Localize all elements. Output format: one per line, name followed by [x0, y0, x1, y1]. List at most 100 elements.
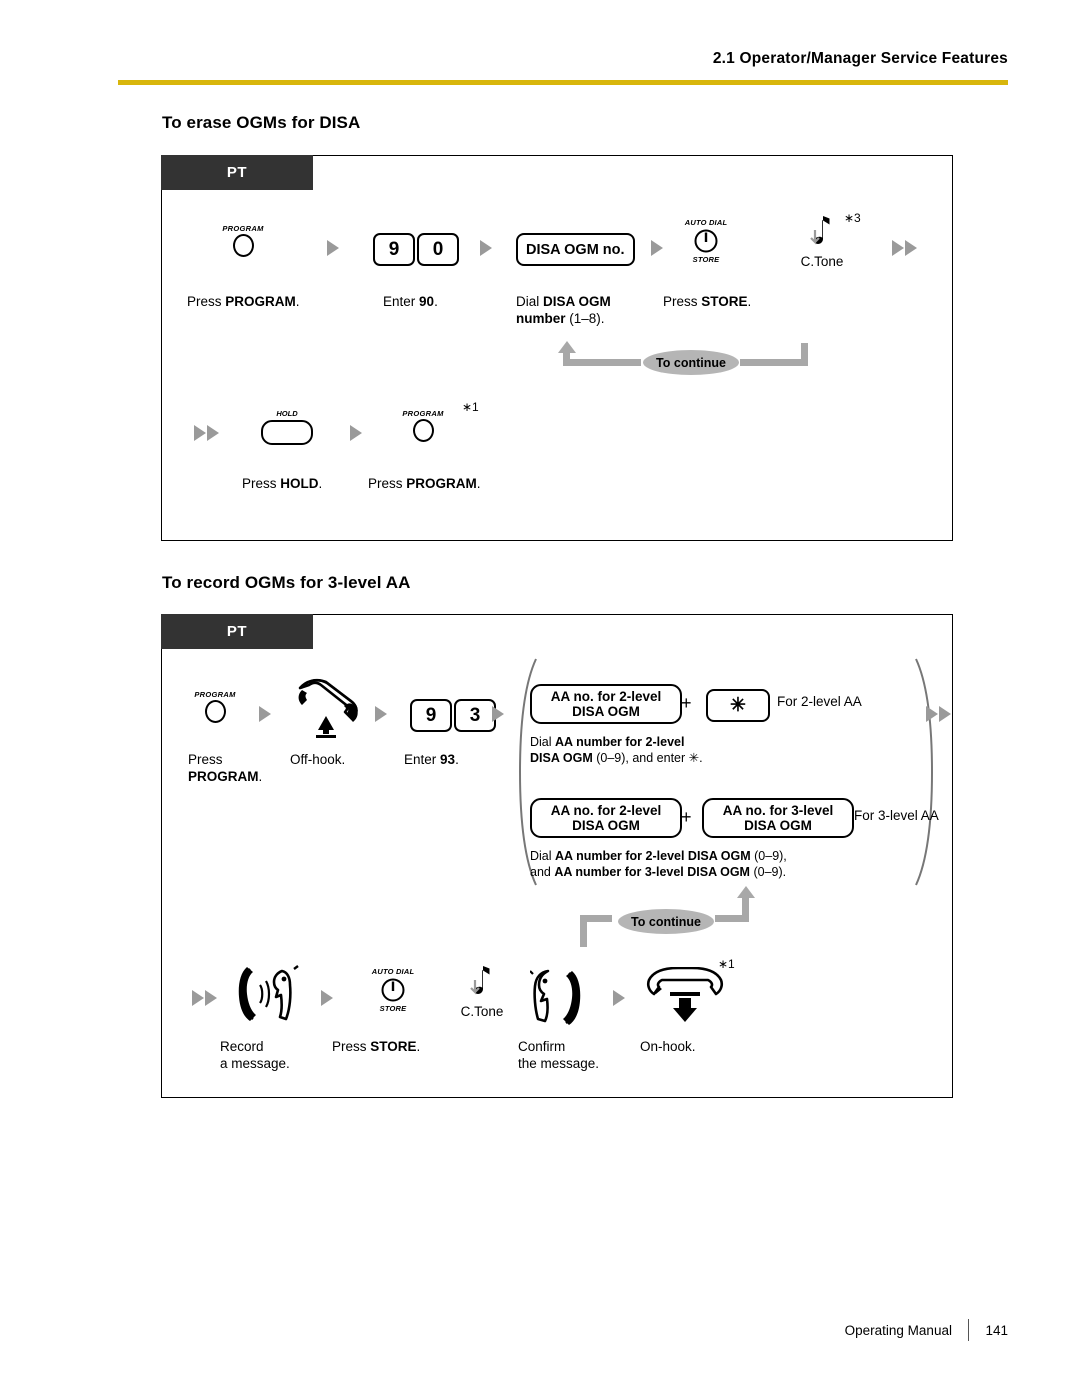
double-arrow-right-icon: [192, 990, 219, 1006]
store-label: STORE: [379, 1004, 407, 1013]
arrow-right-icon: [321, 990, 333, 1006]
program-round-key-icon[interactable]: PROGRAM: [192, 690, 238, 723]
continue-up-arrow-icon: [558, 341, 576, 353]
program-key-circle: [204, 700, 226, 723]
step-caption: Confirm the message.: [518, 1039, 600, 1071]
step-caption: Press STORE.: [663, 294, 752, 309]
branch-key-asterisk[interactable]: ✳: [706, 689, 770, 722]
continue-line: [742, 898, 749, 922]
hold-key-shape: [261, 420, 313, 445]
arrow-right-icon: [327, 240, 339, 256]
footnote-marker: ∗3: [844, 211, 861, 225]
pill-key-disa-ogm-no[interactable]: DISA OGM no.: [516, 233, 635, 266]
record-message-icon: [234, 963, 302, 1030]
auto-dial-label: AUTO DIAL: [371, 967, 415, 976]
step-caption: Record a message.: [220, 1039, 290, 1071]
branch-key-aa-2level[interactable]: AA no. for 2-level DISA OGM: [530, 684, 682, 724]
arrow-right-icon: [492, 706, 504, 722]
footer-divider: [967, 1319, 970, 1341]
step-caption: Press PROGRAM.: [188, 752, 263, 784]
pt-tab-label: PT: [161, 155, 313, 190]
double-arrow-right-icon: [194, 425, 221, 441]
step-caption: Enter 93.: [404, 752, 459, 767]
diagram-box-record-ogms: PT PROGRAM 9 3 Press PROGRAM. Off-hook. …: [161, 614, 953, 1098]
continue-line: [580, 915, 612, 922]
plus-sign: +: [681, 693, 692, 713]
step-caption: Press STORE.: [332, 1039, 421, 1054]
digit-key[interactable]: 3: [454, 699, 496, 732]
continue-line: [801, 343, 808, 366]
branch-key-line2: DISA OGM: [572, 818, 640, 833]
auto-dial-store-key-icon[interactable]: AUTO DIAL STORE: [671, 218, 741, 264]
step-caption: Press PROGRAM.: [187, 294, 300, 309]
arrow-right-icon: [480, 240, 492, 256]
arrow-right-icon: [375, 706, 387, 722]
store-key-glyph: [694, 229, 718, 253]
arrow-right-icon: [613, 990, 625, 1006]
pt-tab-label: PT: [161, 614, 313, 649]
program-key-label: PROGRAM: [194, 690, 236, 699]
hold-key-icon[interactable]: HOLD: [257, 409, 317, 445]
digit-key[interactable]: 9: [373, 233, 415, 266]
branch-key-line2: DISA OGM: [744, 818, 812, 833]
footnote-marker: ∗1: [718, 957, 735, 971]
branch-note: Dial AA number for 2-level DISA OGM (0–9…: [530, 849, 787, 879]
arrow-right-icon: [350, 425, 362, 441]
c-tone-label: C.Tone: [800, 254, 844, 269]
c-tone-label: C.Tone: [460, 1004, 504, 1019]
section-heading-record-ogms: To record OGMs for 3-level AA: [162, 573, 411, 592]
step-caption: Press PROGRAM.: [368, 476, 481, 491]
double-arrow-right-icon: [926, 706, 953, 722]
page-header-title: 2.1 Operator/Manager Service Features: [712, 50, 1008, 67]
off-hook-handset-glyph: [298, 678, 358, 738]
branch-key-line1: AA no. for 2-level: [550, 689, 662, 704]
branch-note: Dial AA number for 2-level DISA OGM (0–9…: [530, 735, 703, 765]
auto-dial-label: AUTO DIAL: [684, 218, 728, 227]
confirm-message-icon: [529, 967, 588, 1030]
music-note-glyph: [810, 216, 830, 245]
branch-key-aa-3level[interactable]: AA no. for 3-level DISA OGM: [702, 798, 854, 838]
digit-key[interactable]: 9: [410, 699, 452, 732]
store-label: STORE: [692, 255, 720, 264]
program-key-label: PROGRAM: [402, 409, 444, 418]
page-footer: Operating Manual 141: [845, 1319, 1008, 1341]
step-caption: Off-hook.: [290, 752, 346, 767]
to-continue-badge: To continue: [643, 350, 739, 375]
header-rule: [118, 80, 1008, 85]
arrow-right-icon: [651, 240, 663, 256]
record-message-glyph: [238, 965, 299, 1021]
hold-key-label: HOLD: [276, 409, 298, 418]
step-caption: Dial DISA OGM number (1–8).: [516, 294, 611, 326]
store-key-glyph: [381, 978, 405, 1002]
continue-line: [740, 359, 808, 366]
section-heading-erase-ogms: To erase OGMs for DISA: [162, 113, 361, 132]
document-page: 2.1 Operator/Manager Service Features To…: [0, 0, 1080, 1397]
branch-key-aa-2level[interactable]: AA no. for 2-level DISA OGM: [530, 798, 682, 838]
confirmation-tone-icon: C.Tone: [447, 963, 517, 1019]
plus-sign: +: [681, 807, 692, 827]
on-hook-handset-icon: [645, 966, 725, 1032]
branch-key-line1: AA no. for 3-level: [722, 803, 834, 818]
program-key-label: PROGRAM: [222, 224, 264, 233]
on-hook-handset-glyph: [646, 966, 724, 1022]
branch-brace-right-icon: [915, 658, 934, 886]
continue-line: [563, 359, 641, 366]
step-caption: Press HOLD.: [242, 476, 323, 491]
digit-keys-icon[interactable]: 9 3: [410, 699, 498, 732]
step-caption: On-hook.: [640, 1039, 696, 1054]
footnote-marker: ∗1: [462, 400, 479, 414]
digit-keys-icon[interactable]: 9 0: [373, 233, 461, 266]
double-arrow-right-icon: [892, 240, 919, 256]
arrow-right-icon: [259, 706, 271, 722]
digit-key[interactable]: 0: [417, 233, 459, 266]
footer-page-number: 141: [985, 1322, 1008, 1338]
branch-key-line1: AA no. for 2-level: [550, 803, 662, 818]
program-round-key-icon[interactable]: PROGRAM: [400, 409, 446, 442]
diagram-box-erase-ogms: PT PROGRAM 9 0 DISA OGM no. AUTO DIAL ST…: [161, 155, 953, 541]
off-hook-handset-icon: [288, 676, 366, 743]
step-caption: Enter 90.: [383, 294, 438, 309]
confirm-message-glyph: [529, 969, 581, 1025]
auto-dial-store-key-icon[interactable]: AUTO DIAL STORE: [358, 967, 428, 1013]
program-round-key-icon[interactable]: PROGRAM: [220, 224, 266, 257]
branch-side-label: For 3-level AA: [854, 808, 939, 823]
